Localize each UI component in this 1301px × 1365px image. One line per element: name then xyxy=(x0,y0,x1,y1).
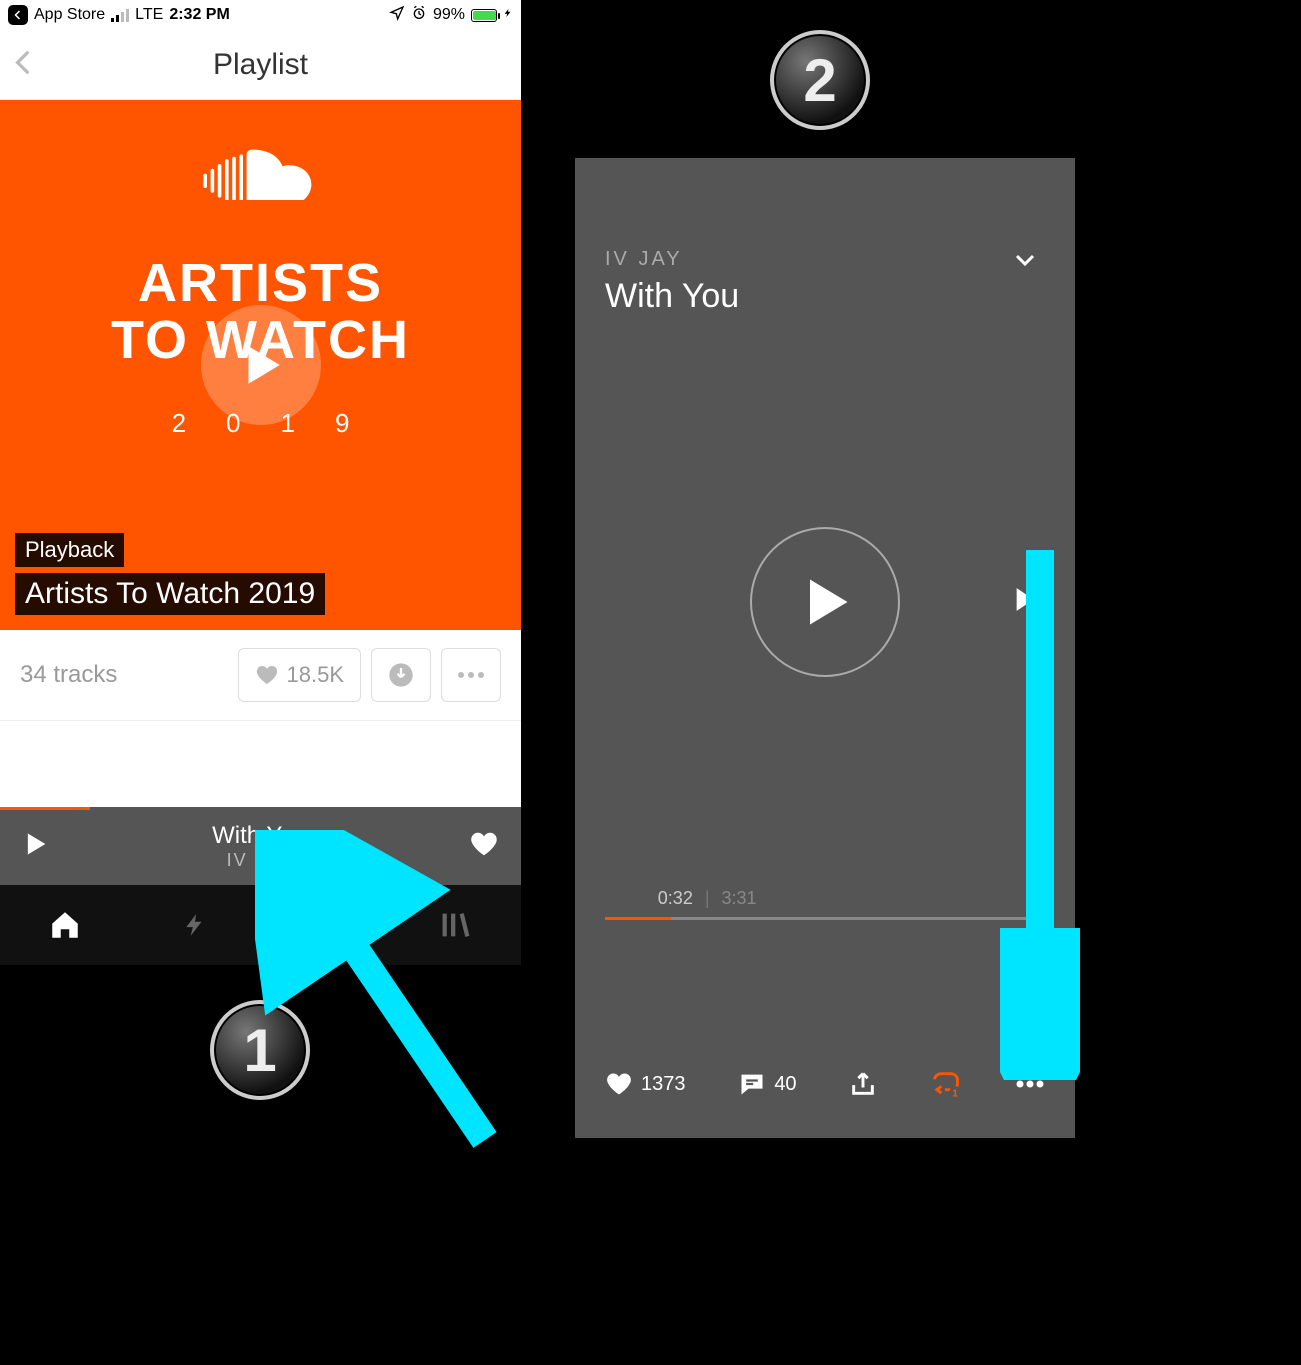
back-chevron-icon[interactable] xyxy=(10,42,36,87)
download-button[interactable] xyxy=(371,648,431,702)
soundcloud-logo-icon xyxy=(201,140,321,205)
battery-pct: 99% xyxy=(433,6,465,24)
hero-play-button[interactable] xyxy=(201,305,321,425)
alarm-icon xyxy=(411,5,427,26)
like-button[interactable]: 18.5K xyxy=(238,648,362,702)
playlist-hero[interactable]: ARTISTS TO WATCH 2019 Playback Artists T… xyxy=(0,100,521,630)
back-to-app-label[interactable]: App Store xyxy=(34,6,105,24)
play-button[interactable] xyxy=(750,527,900,677)
signal-icon xyxy=(111,9,129,22)
status-bar: App Store LTE 2:32 PM 99% xyxy=(0,0,521,30)
clock: 2:32 PM xyxy=(169,6,229,24)
annotation-arrow-2 xyxy=(1000,540,1080,1080)
page-title: Playlist xyxy=(213,48,308,82)
location-icon xyxy=(389,5,405,26)
carrier-label: LTE xyxy=(135,6,163,24)
annotation-arrow-1 xyxy=(255,830,515,1160)
navbar: Playlist xyxy=(0,30,521,100)
track-count: 34 tracks xyxy=(20,661,228,689)
like-button[interactable]: 1373 xyxy=(605,1070,686,1098)
charging-icon xyxy=(503,5,513,26)
share-button[interactable] xyxy=(849,1070,877,1098)
comment-button[interactable]: 40 xyxy=(738,1070,796,1098)
playlist-meta-row: 34 tracks 18.5K xyxy=(0,630,521,721)
tab-stream[interactable] xyxy=(130,885,260,965)
more-button[interactable] xyxy=(1015,1079,1045,1089)
hero-label-big: Artists To Watch 2019 xyxy=(15,573,325,615)
svg-text:1: 1 xyxy=(952,1089,958,1098)
tab-home[interactable] xyxy=(0,885,130,965)
comment-count: 40 xyxy=(774,1073,796,1096)
more-button[interactable] xyxy=(441,648,501,702)
repeat-one-button[interactable]: 1 xyxy=(930,1070,962,1098)
like-count: 18.5K xyxy=(287,662,345,688)
back-to-app-icon[interactable] xyxy=(8,5,28,25)
collapse-chevron-icon[interactable] xyxy=(1005,248,1045,277)
screenshot-left: App Store LTE 2:32 PM 99% Playlist xyxy=(0,0,521,965)
battery-icon xyxy=(471,9,497,22)
hero-label-small: Playback xyxy=(15,533,124,567)
duration-time: 3:31 xyxy=(722,888,757,909)
now-playing-artist: IV JAY xyxy=(605,248,1045,271)
now-playing-title: With You xyxy=(605,277,1045,316)
step-badge-2: 2 xyxy=(770,30,870,130)
like-count: 1373 xyxy=(641,1073,686,1096)
miniplayer-play-icon[interactable] xyxy=(22,830,50,863)
elapsed-time: 0:32 xyxy=(658,888,693,909)
